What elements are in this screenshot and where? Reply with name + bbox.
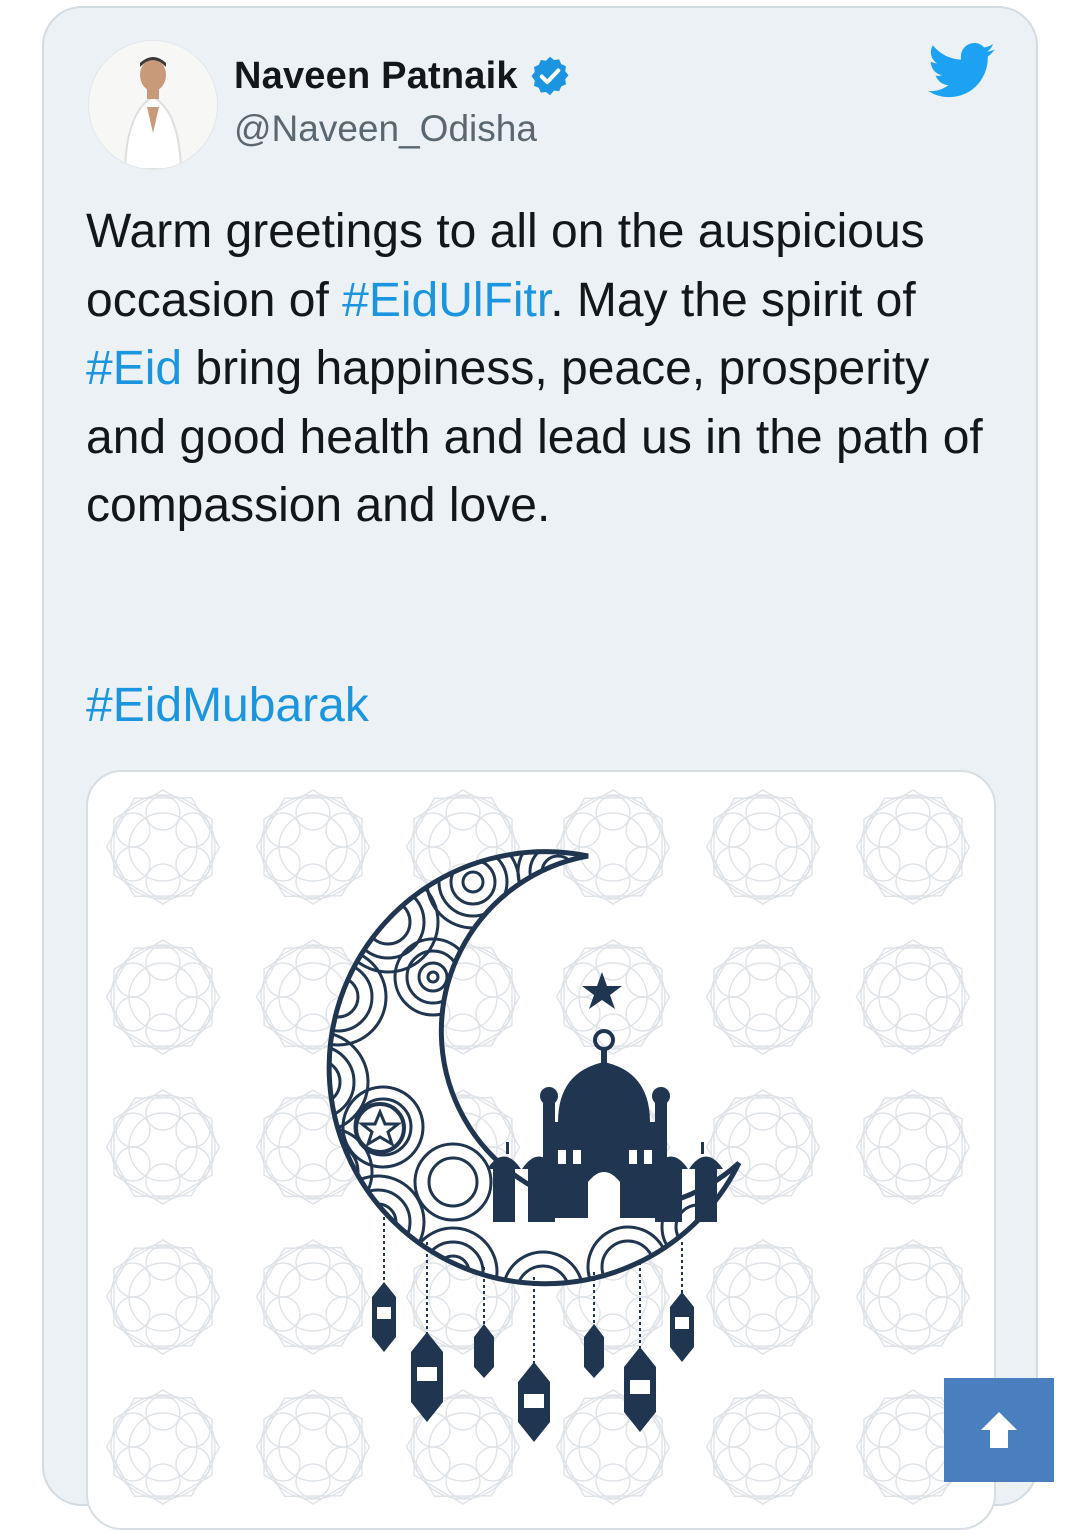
hashtag-link[interactable]: #Eid (86, 342, 182, 395)
hashtag-link[interactable]: #EidMubarak (86, 672, 369, 740)
verified-badge-icon (531, 56, 569, 96)
author-avatar[interactable] (88, 40, 218, 170)
author-name[interactable]: Naveen Patnaik (234, 55, 518, 98)
tweet-text-part: bring happiness, peace, prosperity and g… (86, 342, 983, 532)
arrow-up-icon (981, 1412, 1017, 1448)
twitter-bird-icon[interactable] (928, 42, 996, 100)
author-handle[interactable]: @Naveen_Odisha (234, 108, 537, 150)
eid-illustration (88, 772, 994, 1528)
tweet-text: Warm greetings to all on the auspicious … (86, 198, 1001, 541)
tweet-media-image[interactable] (86, 770, 996, 1530)
tweet-text-part: . May the spirit of (550, 273, 916, 327)
scroll-to-top-button[interactable] (944, 1378, 1054, 1482)
hashtag-link[interactable]: #EidUlFitr (342, 274, 550, 327)
